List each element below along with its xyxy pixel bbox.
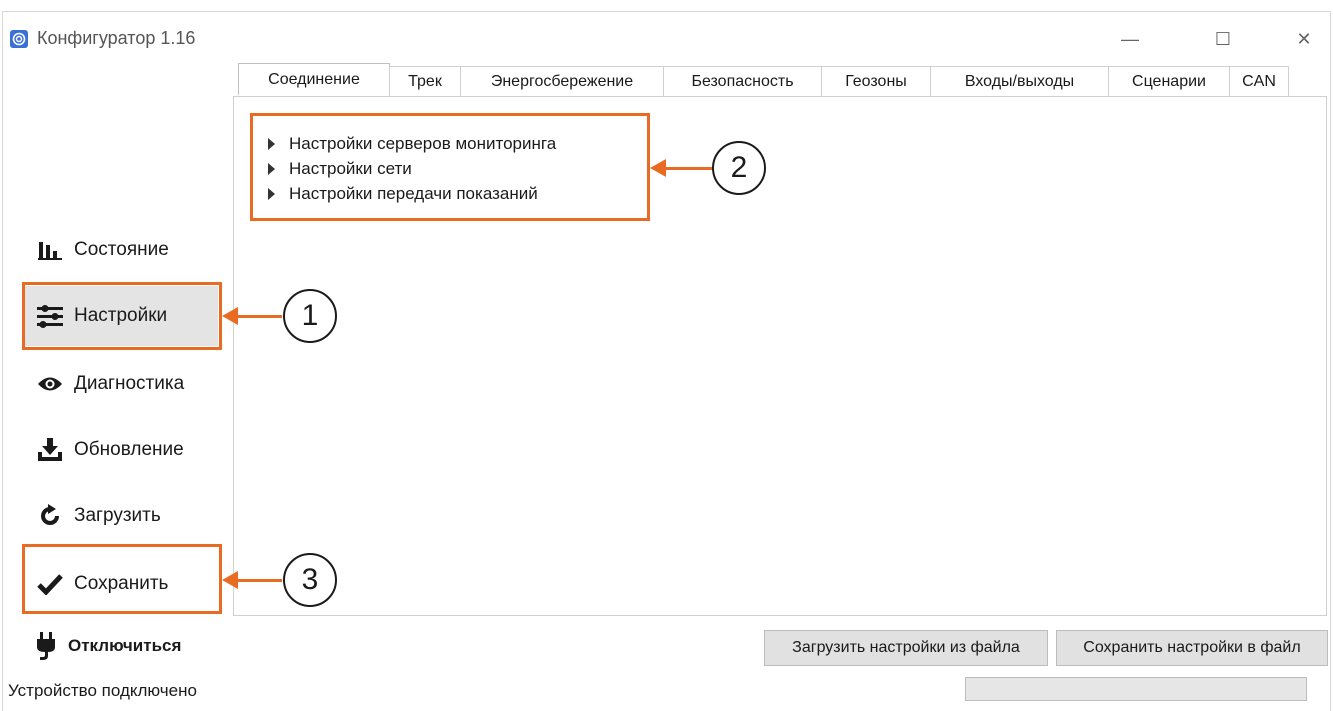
tab-energy-saving[interactable]: Энергосбережение <box>460 66 664 96</box>
tab-track[interactable]: Трек <box>389 66 461 96</box>
arrow-2-line <box>664 167 712 170</box>
load-settings-from-file-button[interactable]: Загрузить настройки из файла <box>764 630 1048 666</box>
sidebar-item-label: Состояние <box>74 239 169 260</box>
plug-icon <box>32 632 60 660</box>
highlight-settings <box>22 282 222 350</box>
sidebar-item-load[interactable]: Загрузить <box>22 486 218 546</box>
sidebar-item-diagnostics[interactable]: Диагностика <box>22 354 218 414</box>
sidebar-item-update[interactable]: Обновление <box>22 420 218 480</box>
disconnect-button[interactable]: Отключиться <box>22 618 218 674</box>
tab-security[interactable]: Безопасность <box>663 66 822 96</box>
sidebar-item-label: Диагностика <box>74 373 185 394</box>
disconnect-label: Отключиться <box>68 636 182 655</box>
arrow-3-line <box>236 579 282 582</box>
arrow-1-line <box>236 315 282 318</box>
sidebar-item-label: Загрузить <box>74 505 161 526</box>
window-title: Конфигуратор 1.16 <box>37 28 196 48</box>
tab-can[interactable]: CAN <box>1229 66 1289 96</box>
tab-inputs-outputs[interactable]: Входы/выходы <box>930 66 1109 96</box>
eye-icon <box>36 370 64 398</box>
minimize-button[interactable]: — <box>1110 22 1150 56</box>
progress-bar <box>965 677 1307 701</box>
tab-connection[interactable]: Соединение <box>238 63 390 95</box>
highlight-save <box>22 544 222 614</box>
app-logo-icon <box>10 30 28 48</box>
tab-bar: Соединение Трек Энергосбережение Безопас… <box>238 63 1289 96</box>
callout-1: 1 <box>283 289 337 343</box>
save-settings-to-file-button[interactable]: Сохранить настройки в файл <box>1056 630 1328 666</box>
close-button[interactable]: ✕ <box>1284 22 1324 56</box>
tab-geozones[interactable]: Геозоны <box>821 66 931 96</box>
highlight-tree <box>250 113 650 221</box>
callout-3: 3 <box>283 553 337 607</box>
maximize-button[interactable]: ☐ <box>1203 22 1243 56</box>
download-icon <box>36 436 64 464</box>
status-text: Устройство подключено <box>8 681 197 700</box>
title-bar: Конфигуратор 1.16 — ☐ ✕ <box>3 12 1330 66</box>
refresh-icon <box>36 502 64 530</box>
bar-chart-icon <box>36 236 64 264</box>
sidebar-item-status[interactable]: Состояние <box>22 220 218 280</box>
sidebar-item-label: Обновление <box>74 439 184 460</box>
tab-scenarios[interactable]: Сценарии <box>1108 66 1230 96</box>
callout-2: 2 <box>712 141 766 195</box>
